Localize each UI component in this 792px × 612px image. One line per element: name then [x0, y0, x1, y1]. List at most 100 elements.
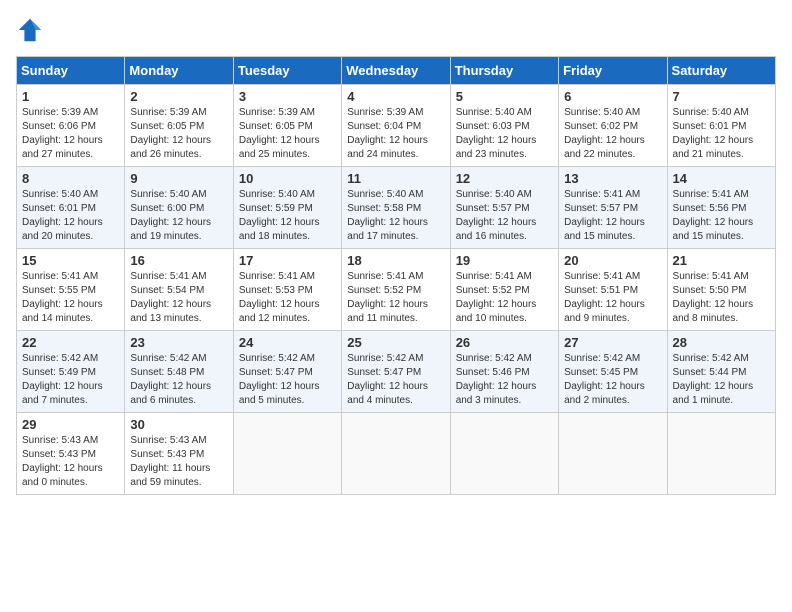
day-number: 10	[239, 171, 336, 186]
day-number: 28	[673, 335, 770, 350]
day-info: Sunrise: 5:42 AM Sunset: 5:48 PM Dayligh…	[130, 352, 227, 408]
calendar-day-cell: 20 Sunrise: 5:41 AM Sunset: 5:51 PM Dayl…	[559, 249, 667, 331]
calendar-day-cell: 13 Sunrise: 5:41 AM Sunset: 5:57 PM Dayl…	[559, 167, 667, 249]
day-number: 30	[130, 417, 227, 432]
calendar-day-cell: 10 Sunrise: 5:40 AM Sunset: 5:59 PM Dayl…	[233, 167, 341, 249]
day-number: 1	[22, 89, 119, 104]
calendar-header-cell: Wednesday	[342, 57, 450, 85]
calendar-week-row: 8 Sunrise: 5:40 AM Sunset: 6:01 PM Dayli…	[17, 167, 776, 249]
day-info: Sunrise: 5:41 AM Sunset: 5:53 PM Dayligh…	[239, 270, 336, 326]
calendar-day-cell: 24 Sunrise: 5:42 AM Sunset: 5:47 PM Dayl…	[233, 331, 341, 413]
day-info: Sunrise: 5:42 AM Sunset: 5:45 PM Dayligh…	[564, 352, 661, 408]
day-info: Sunrise: 5:39 AM Sunset: 6:05 PM Dayligh…	[130, 106, 227, 162]
calendar-day-cell: 19 Sunrise: 5:41 AM Sunset: 5:52 PM Dayl…	[450, 249, 558, 331]
calendar-day-cell	[450, 413, 558, 495]
day-number: 3	[239, 89, 336, 104]
day-number: 17	[239, 253, 336, 268]
day-info: Sunrise: 5:43 AM Sunset: 5:43 PM Dayligh…	[22, 434, 119, 490]
day-number: 8	[22, 171, 119, 186]
day-info: Sunrise: 5:42 AM Sunset: 5:49 PM Dayligh…	[22, 352, 119, 408]
calendar-header-cell: Thursday	[450, 57, 558, 85]
day-number: 14	[673, 171, 770, 186]
calendar-week-row: 29 Sunrise: 5:43 AM Sunset: 5:43 PM Dayl…	[17, 413, 776, 495]
day-info: Sunrise: 5:39 AM Sunset: 6:04 PM Dayligh…	[347, 106, 444, 162]
calendar-day-cell: 27 Sunrise: 5:42 AM Sunset: 5:45 PM Dayl…	[559, 331, 667, 413]
day-info: Sunrise: 5:41 AM Sunset: 5:57 PM Dayligh…	[564, 188, 661, 244]
calendar-table: SundayMondayTuesdayWednesdayThursdayFrid…	[16, 56, 776, 495]
logo	[16, 16, 48, 44]
calendar-day-cell: 14 Sunrise: 5:41 AM Sunset: 5:56 PM Dayl…	[667, 167, 775, 249]
day-info: Sunrise: 5:40 AM Sunset: 6:01 PM Dayligh…	[673, 106, 770, 162]
calendar-day-cell	[559, 413, 667, 495]
calendar-header-cell: Tuesday	[233, 57, 341, 85]
calendar-header-cell: Sunday	[17, 57, 125, 85]
calendar-day-cell	[342, 413, 450, 495]
calendar-day-cell: 21 Sunrise: 5:41 AM Sunset: 5:50 PM Dayl…	[667, 249, 775, 331]
day-number: 19	[456, 253, 553, 268]
calendar-day-cell: 18 Sunrise: 5:41 AM Sunset: 5:52 PM Dayl…	[342, 249, 450, 331]
day-number: 26	[456, 335, 553, 350]
day-number: 15	[22, 253, 119, 268]
day-number: 12	[456, 171, 553, 186]
calendar-day-cell: 26 Sunrise: 5:42 AM Sunset: 5:46 PM Dayl…	[450, 331, 558, 413]
day-info: Sunrise: 5:42 AM Sunset: 5:47 PM Dayligh…	[239, 352, 336, 408]
day-number: 16	[130, 253, 227, 268]
calendar-week-row: 1 Sunrise: 5:39 AM Sunset: 6:06 PM Dayli…	[17, 85, 776, 167]
calendar-day-cell: 15 Sunrise: 5:41 AM Sunset: 5:55 PM Dayl…	[17, 249, 125, 331]
calendar-day-cell: 29 Sunrise: 5:43 AM Sunset: 5:43 PM Dayl…	[17, 413, 125, 495]
day-info: Sunrise: 5:39 AM Sunset: 6:06 PM Dayligh…	[22, 106, 119, 162]
day-info: Sunrise: 5:40 AM Sunset: 6:02 PM Dayligh…	[564, 106, 661, 162]
day-info: Sunrise: 5:43 AM Sunset: 5:43 PM Dayligh…	[130, 434, 227, 490]
day-info: Sunrise: 5:41 AM Sunset: 5:52 PM Dayligh…	[347, 270, 444, 326]
day-number: 18	[347, 253, 444, 268]
calendar-day-cell: 17 Sunrise: 5:41 AM Sunset: 5:53 PM Dayl…	[233, 249, 341, 331]
calendar-day-cell: 5 Sunrise: 5:40 AM Sunset: 6:03 PM Dayli…	[450, 85, 558, 167]
calendar-week-row: 15 Sunrise: 5:41 AM Sunset: 5:55 PM Dayl…	[17, 249, 776, 331]
day-number: 20	[564, 253, 661, 268]
day-info: Sunrise: 5:41 AM Sunset: 5:55 PM Dayligh…	[22, 270, 119, 326]
calendar-header-row: SundayMondayTuesdayWednesdayThursdayFrid…	[17, 57, 776, 85]
calendar-week-row: 22 Sunrise: 5:42 AM Sunset: 5:49 PM Dayl…	[17, 331, 776, 413]
calendar-day-cell: 25 Sunrise: 5:42 AM Sunset: 5:47 PM Dayl…	[342, 331, 450, 413]
day-number: 11	[347, 171, 444, 186]
day-number: 9	[130, 171, 227, 186]
day-info: Sunrise: 5:41 AM Sunset: 5:54 PM Dayligh…	[130, 270, 227, 326]
day-number: 29	[22, 417, 119, 432]
day-number: 7	[673, 89, 770, 104]
day-number: 21	[673, 253, 770, 268]
page-header	[16, 16, 776, 44]
calendar-day-cell: 4 Sunrise: 5:39 AM Sunset: 6:04 PM Dayli…	[342, 85, 450, 167]
day-number: 6	[564, 89, 661, 104]
calendar-day-cell: 16 Sunrise: 5:41 AM Sunset: 5:54 PM Dayl…	[125, 249, 233, 331]
day-info: Sunrise: 5:40 AM Sunset: 6:01 PM Dayligh…	[22, 188, 119, 244]
day-info: Sunrise: 5:42 AM Sunset: 5:47 PM Dayligh…	[347, 352, 444, 408]
calendar-day-cell	[667, 413, 775, 495]
day-number: 24	[239, 335, 336, 350]
day-number: 2	[130, 89, 227, 104]
calendar-day-cell: 6 Sunrise: 5:40 AM Sunset: 6:02 PM Dayli…	[559, 85, 667, 167]
day-number: 25	[347, 335, 444, 350]
calendar-header-cell: Saturday	[667, 57, 775, 85]
calendar-day-cell: 23 Sunrise: 5:42 AM Sunset: 5:48 PM Dayl…	[125, 331, 233, 413]
calendar-day-cell: 8 Sunrise: 5:40 AM Sunset: 6:01 PM Dayli…	[17, 167, 125, 249]
calendar-day-cell: 1 Sunrise: 5:39 AM Sunset: 6:06 PM Dayli…	[17, 85, 125, 167]
calendar-day-cell	[233, 413, 341, 495]
logo-icon	[16, 16, 44, 44]
calendar-body: 1 Sunrise: 5:39 AM Sunset: 6:06 PM Dayli…	[17, 85, 776, 495]
day-info: Sunrise: 5:42 AM Sunset: 5:46 PM Dayligh…	[456, 352, 553, 408]
day-info: Sunrise: 5:42 AM Sunset: 5:44 PM Dayligh…	[673, 352, 770, 408]
calendar-day-cell: 9 Sunrise: 5:40 AM Sunset: 6:00 PM Dayli…	[125, 167, 233, 249]
day-info: Sunrise: 5:39 AM Sunset: 6:05 PM Dayligh…	[239, 106, 336, 162]
day-info: Sunrise: 5:40 AM Sunset: 5:57 PM Dayligh…	[456, 188, 553, 244]
day-info: Sunrise: 5:40 AM Sunset: 5:59 PM Dayligh…	[239, 188, 336, 244]
day-number: 23	[130, 335, 227, 350]
day-info: Sunrise: 5:40 AM Sunset: 6:00 PM Dayligh…	[130, 188, 227, 244]
day-number: 27	[564, 335, 661, 350]
calendar-day-cell: 12 Sunrise: 5:40 AM Sunset: 5:57 PM Dayl…	[450, 167, 558, 249]
day-info: Sunrise: 5:40 AM Sunset: 5:58 PM Dayligh…	[347, 188, 444, 244]
calendar-day-cell: 3 Sunrise: 5:39 AM Sunset: 6:05 PM Dayli…	[233, 85, 341, 167]
calendar-header-cell: Monday	[125, 57, 233, 85]
day-info: Sunrise: 5:41 AM Sunset: 5:50 PM Dayligh…	[673, 270, 770, 326]
calendar-day-cell: 28 Sunrise: 5:42 AM Sunset: 5:44 PM Dayl…	[667, 331, 775, 413]
calendar-day-cell: 7 Sunrise: 5:40 AM Sunset: 6:01 PM Dayli…	[667, 85, 775, 167]
